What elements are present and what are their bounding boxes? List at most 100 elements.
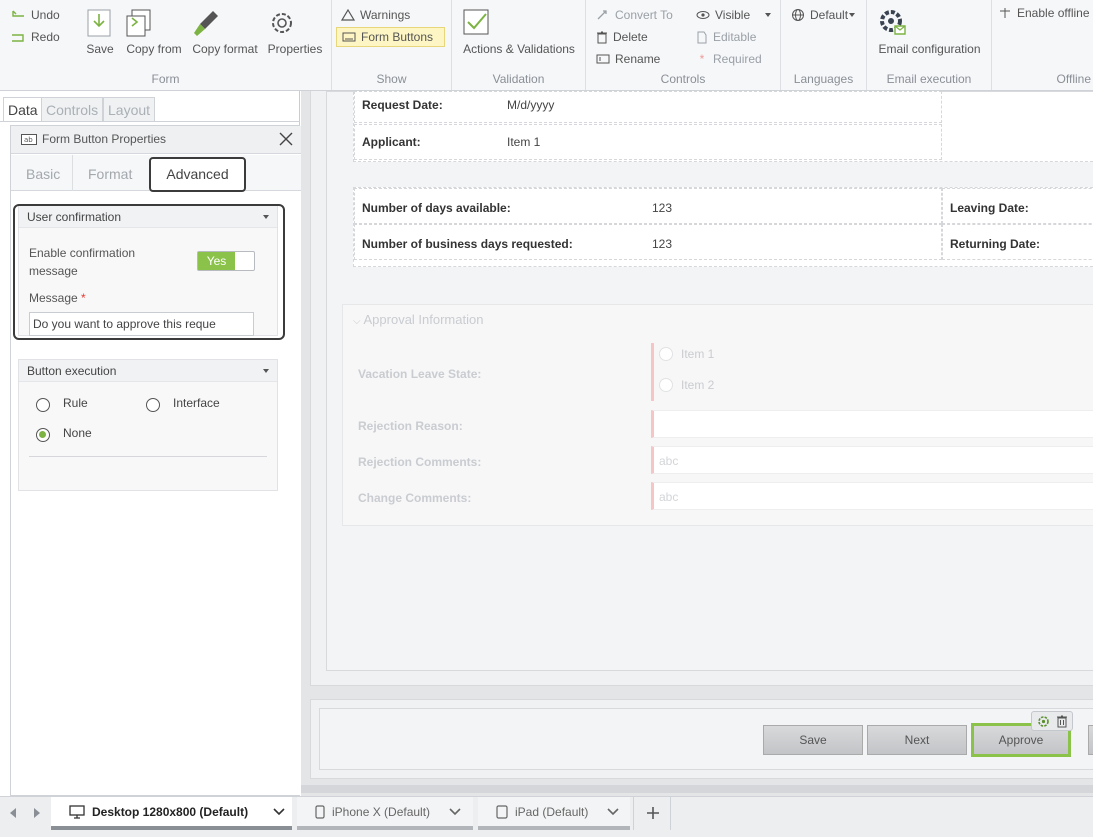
radio-interface-control[interactable] <box>146 398 160 412</box>
required-toggle[interactable]: * Required <box>696 52 762 66</box>
subtab-divider <box>72 155 73 191</box>
properties-button[interactable]: Properties <box>267 8 323 56</box>
form-container: Request Date: M/d/yyyy Applicant: Item 1… <box>310 91 1093 686</box>
business-days-value: 123 <box>652 237 673 251</box>
tab-controls[interactable]: Controls <box>41 97 104 121</box>
scroll-right-icon[interactable] <box>32 807 42 819</box>
undo-icon <box>10 9 26 21</box>
form-body: Request Date: M/d/yyyy Applicant: Item 1… <box>326 91 1093 671</box>
plus-icon <box>646 806 660 820</box>
vacation-item-1-radio[interactable] <box>659 347 673 361</box>
undo-button[interactable]: Undo <box>10 8 60 22</box>
chevron-down-icon[interactable] <box>449 807 461 816</box>
button-toolbar <box>1031 711 1073 731</box>
copy-format-button[interactable]: Copy format <box>191 8 259 56</box>
rejection-reason-label: Rejection Reason: <box>358 419 463 433</box>
radio-none-control[interactable] <box>36 428 50 442</box>
form-buttons-toggle[interactable]: Form Buttons <box>336 27 445 47</box>
form-canvas: Request Date: M/d/yyyy Applicant: Item 1… <box>301 91 1093 796</box>
language-dropdown[interactable]: Default <box>791 8 856 22</box>
close-icon[interactable] <box>278 131 294 147</box>
message-input[interactable] <box>29 312 254 336</box>
form-save-button[interactable]: Save <box>763 725 863 755</box>
radio-rule-control[interactable] <box>36 398 50 412</box>
tab-data[interactable]: Data <box>3 97 43 121</box>
save-button[interactable]: Save <box>86 8 114 56</box>
add-device-button[interactable] <box>633 797 671 830</box>
form-next-button[interactable]: Next <box>867 725 967 755</box>
enable-confirmation-toggle[interactable]: Yes <box>197 251 255 271</box>
form-extra-button[interactable] <box>1088 725 1093 755</box>
days-available-value: 123 <box>652 201 673 215</box>
subtab-basic[interactable]: Basic <box>26 166 60 182</box>
ribbon-group-label-offline: Offline <box>1056 72 1091 86</box>
properties-title: Form Button Properties <box>42 132 167 146</box>
visible-dropdown[interactable]: Visible <box>696 8 772 22</box>
left-panel: Data Controls Layout ab Form Button Prop… <box>0 91 301 796</box>
actions-validations-button[interactable]: Actions & Validations <box>462 8 576 56</box>
vacation-item-2-radio[interactable] <box>659 378 673 392</box>
request-date-row[interactable]: Request Date: M/d/yyyy <box>354 91 942 123</box>
edit-doc-icon <box>696 31 708 44</box>
button-execution-header[interactable]: Button execution <box>19 360 277 382</box>
subtab-format[interactable]: Format <box>88 166 132 182</box>
delete-button[interactable]: Delete <box>596 30 648 44</box>
change-comments-input[interactable]: abc <box>651 482 1093 510</box>
business-days-row[interactable]: Number of business days requested: 123 <box>354 224 942 260</box>
warning-icon <box>341 9 355 21</box>
days-available-row[interactable]: Number of days available: 123 <box>354 188 942 224</box>
phone-icon <box>315 804 325 819</box>
ribbon-group-label-validation: Validation <box>492 72 545 86</box>
chevron-down-icon[interactable] <box>607 807 619 816</box>
chevron-down-icon[interactable] <box>273 807 285 816</box>
applicant-row[interactable]: Applicant: Item 1 <box>354 124 942 160</box>
device-bar: Desktop 1280x800 (Default) iPhone X (Def… <box>0 796 1093 837</box>
enable-confirmation-label: Enable confirmation message <box>29 246 136 278</box>
device-tab-desktop[interactable]: Desktop 1280x800 (Default) <box>51 797 292 830</box>
enable-offline-button[interactable]: Enable offline <box>998 6 1090 20</box>
ribbon-group-label-form: Form <box>151 72 180 86</box>
globe-icon <box>791 8 805 22</box>
required-asterisk: * <box>81 291 86 305</box>
rename-button[interactable]: Rename <box>596 52 660 66</box>
convert-icon <box>596 9 610 21</box>
tab-layout[interactable]: Layout <box>103 97 156 121</box>
redo-button[interactable]: Redo <box>10 30 60 44</box>
copy-from-button[interactable]: Copy from <box>125 8 183 56</box>
ribbon-group-label-controls: Controls <box>660 72 706 86</box>
button-control-icon: ab <box>21 134 37 145</box>
copy-from-icon <box>125 8 183 38</box>
ribbon-group-languages: Default Languages <box>781 0 867 90</box>
user-confirmation-header[interactable]: User confirmation <box>19 206 277 228</box>
save-icon <box>86 8 114 38</box>
email-configuration-button[interactable]: Email configuration <box>877 8 982 56</box>
caret-down-icon <box>263 369 269 373</box>
message-label: Message * <box>29 291 86 305</box>
ribbon-group-email: Email configuration Email execution <box>867 0 992 90</box>
trash-icon <box>596 31 608 44</box>
gear-icon[interactable] <box>1037 715 1050 728</box>
returning-date-row[interactable]: Returning Date: <box>942 224 1093 260</box>
subtab-advanced[interactable]: Advanced <box>149 157 246 192</box>
approval-info-header[interactable]: ⌵ Approval Information <box>353 312 483 327</box>
ribbon-group-controls: Convert To Delete Rename Visible Editabl… <box>586 0 781 90</box>
scroll-left-icon[interactable] <box>8 807 18 819</box>
editable-toggle[interactable]: Editable <box>696 30 756 44</box>
checkbox-check-icon <box>462 8 576 38</box>
form-buttons-container: Save Next Approve <box>310 699 1093 779</box>
caret-down-icon <box>765 13 772 17</box>
form-buttons-bar: Save Next Approve <box>319 708 1093 770</box>
trash-icon[interactable] <box>1056 715 1068 728</box>
warnings-button[interactable]: Warnings <box>341 8 410 22</box>
applicant-value: Item 1 <box>507 135 541 149</box>
ribbon-group-show: Warnings Form Buttons Show <box>332 0 452 90</box>
horizontal-scrollbar[interactable] <box>301 785 1093 793</box>
convert-to-button[interactable]: Convert To <box>596 8 673 22</box>
rejection-comments-input[interactable]: abc <box>651 446 1093 474</box>
ribbon-group-offline: Enable offline Offline <box>992 0 1093 90</box>
device-tab-ipad[interactable]: iPad (Default) <box>478 797 630 830</box>
leaving-date-row[interactable]: Leaving Date: <box>942 188 1093 224</box>
section-divider <box>29 456 267 457</box>
device-tab-iphone[interactable]: iPhone X (Default) <box>297 797 473 830</box>
rejection-reason-input[interactable] <box>651 410 1093 438</box>
